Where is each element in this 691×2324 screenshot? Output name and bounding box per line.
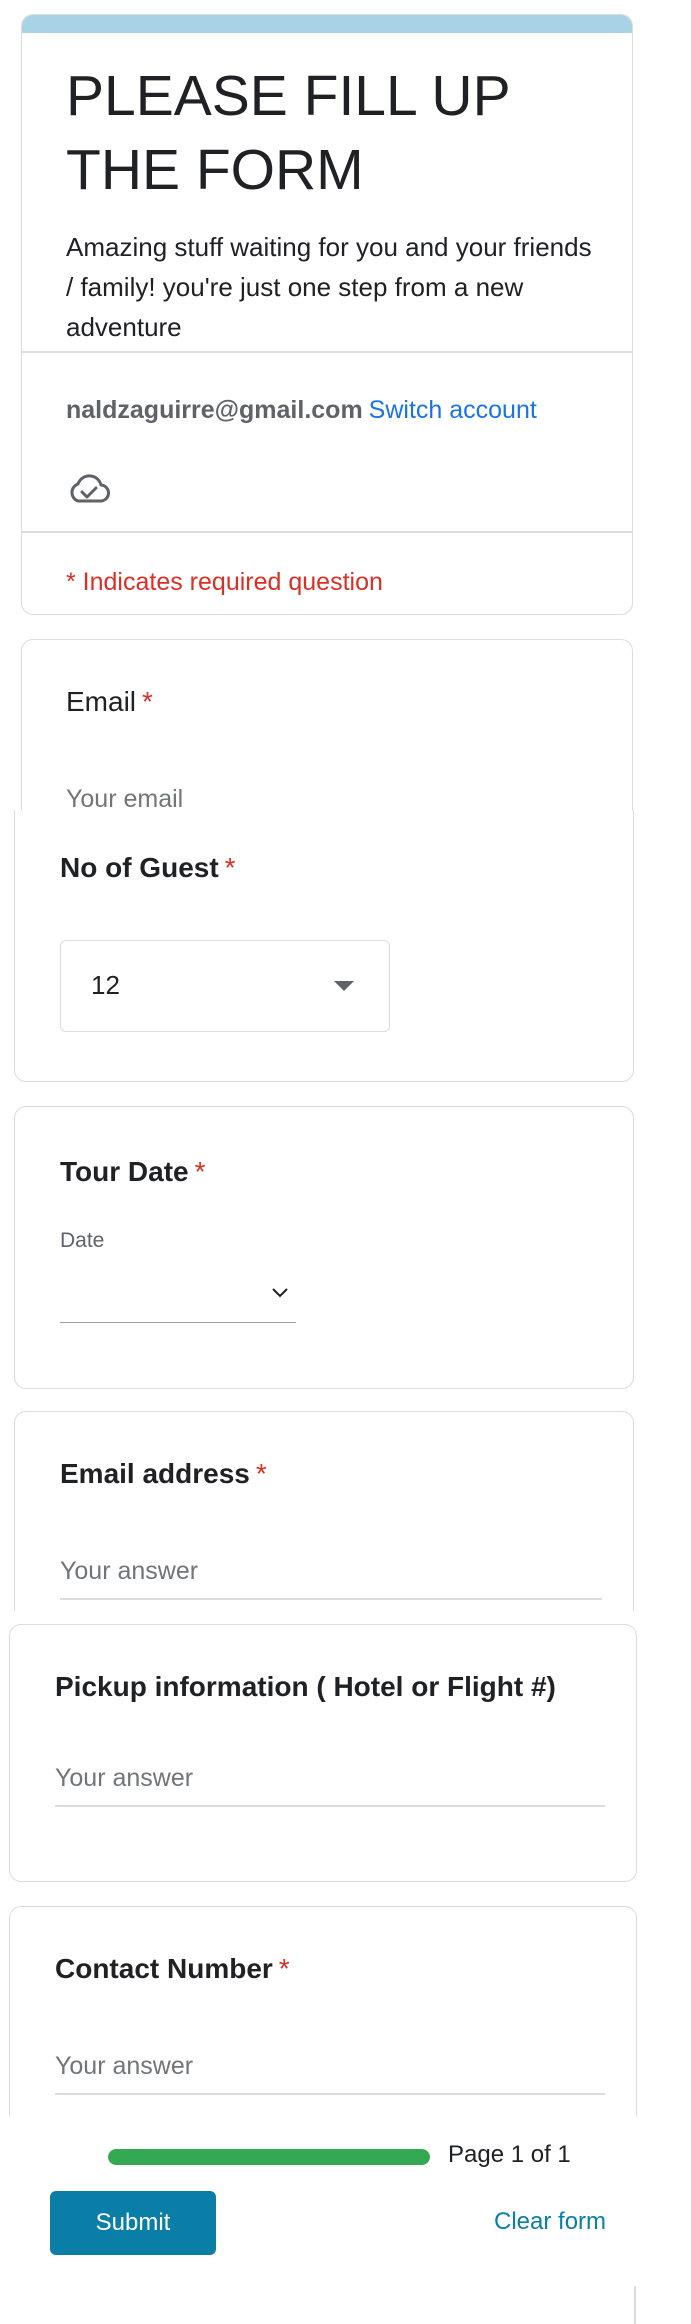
email-address-input[interactable]: Your answer [60, 1554, 198, 1588]
email-question-title: Email * [66, 684, 153, 720]
chevron-down-icon [270, 1285, 290, 1301]
guest-count-value: 12 [91, 970, 120, 1000]
required-asterisk: * [142, 686, 153, 717]
required-asterisk: * [224, 852, 236, 883]
email-address-question-card: Email address * Your answer [14, 1411, 634, 1611]
account-email: naldzaguirre@gmail.com [66, 396, 363, 424]
answer-underline [60, 1598, 602, 1600]
contact-number-question-title: Contact Number * [55, 1951, 290, 1987]
email-address-question-label: Email address [60, 1458, 250, 1489]
progress-bar-fill [108, 2149, 430, 2165]
required-asterisk: * [194, 1156, 206, 1187]
tour-date-input[interactable] [60, 1267, 296, 1323]
pickup-question-card: Pickup information ( Hotel or Flight #) … [9, 1624, 637, 1882]
form-title: PLEASE FILL UP THE FORM [66, 64, 510, 202]
required-asterisk: * [278, 1953, 290, 1984]
required-note: * Indicates required question [66, 568, 383, 596]
guest-count-select[interactable]: 12 [60, 940, 390, 1032]
form-footer: Page 1 of 1 Submit Clear form [0, 2118, 691, 2324]
contact-number-input[interactable]: Your answer [55, 2049, 193, 2083]
form-description: Amazing stuff waiting for you and your f… [66, 232, 592, 342]
cloud-check-icon [66, 471, 112, 507]
dropdown-arrow-icon [334, 981, 354, 991]
answer-underline [55, 2093, 605, 2095]
email-address-question-title: Email address * [60, 1456, 267, 1492]
guest-question-card: No of Guest * 12 [14, 810, 634, 1082]
header-color-strip [22, 15, 632, 33]
required-asterisk: * [255, 1458, 267, 1489]
form-header-card: PLEASE FILL UP THE FORM Amazing stuff wa… [21, 14, 633, 615]
page-indicator: Page 1 of 1 [448, 2141, 571, 2168]
switch-account-link[interactable]: Switch account [369, 396, 537, 424]
pickup-question-title: Pickup information ( Hotel or Flight #) [55, 1671, 556, 1702]
guest-question-label: No of Guest [60, 852, 219, 883]
pickup-input[interactable]: Your answer [55, 1761, 193, 1795]
answer-underline [55, 1805, 605, 1807]
tour-date-question-title: Tour Date * [60, 1154, 206, 1190]
header-divider-2 [22, 531, 632, 533]
footer-divider [634, 2286, 636, 2324]
contact-number-question-label: Contact Number [55, 1953, 273, 1984]
guest-question-title: No of Guest * [60, 850, 236, 886]
account-row: naldzaguirre@gmail.com Switch account [66, 392, 537, 428]
clear-form-button[interactable]: Clear form [494, 2202, 606, 2242]
tour-date-question-card: Tour Date * Date [14, 1106, 634, 1389]
date-sub-label: Date [60, 1229, 105, 1252]
header-divider [22, 351, 632, 353]
contact-number-question-card: Contact Number * Your answer [9, 1906, 637, 2116]
email-question-label: Email [66, 686, 137, 717]
tour-date-question-label: Tour Date [60, 1156, 189, 1187]
submit-button[interactable]: Submit [50, 2191, 216, 2255]
progress-bar [108, 2149, 430, 2165]
